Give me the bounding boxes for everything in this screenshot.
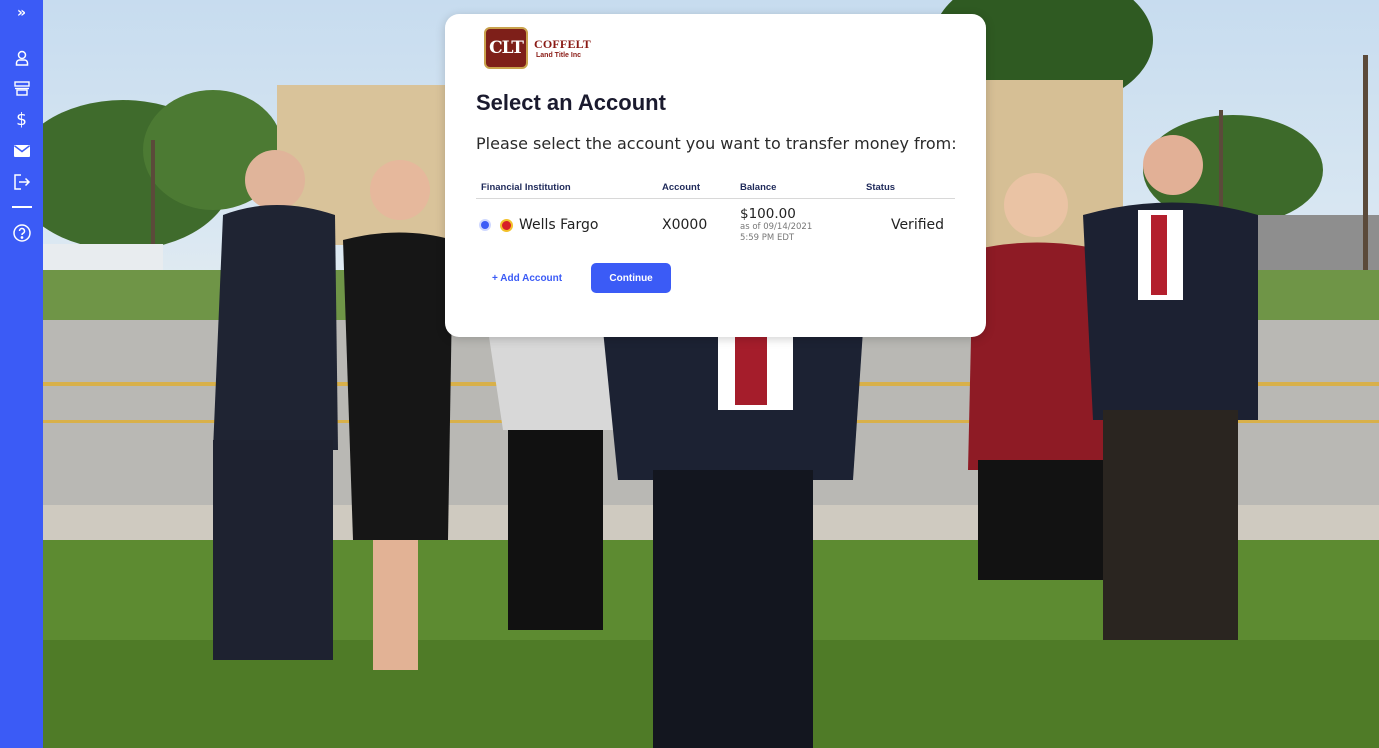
header-account: Account bbox=[662, 182, 700, 193]
balance-amount: $100.00 bbox=[740, 205, 796, 222]
wells-fargo-logo-icon bbox=[500, 218, 513, 232]
select-account-dialog: CLT COFFELT Land Title Inc Select an Acc… bbox=[445, 14, 986, 337]
balance-cell: $100.00 as of 09/14/2021 5:59 PM EDT bbox=[740, 205, 866, 244]
bank-icon[interactable] bbox=[0, 73, 43, 104]
header-status: Status bbox=[866, 182, 896, 193]
logo-name: COFFELT bbox=[534, 36, 591, 51]
add-account-link[interactable]: + Add Account bbox=[492, 273, 562, 284]
user-icon[interactable] bbox=[0, 42, 43, 73]
header-balance: Balance bbox=[740, 182, 777, 193]
header-institution: Financial Institution bbox=[481, 182, 571, 193]
logo-subname: Land Title Inc bbox=[536, 51, 581, 59]
help-icon[interactable] bbox=[0, 217, 43, 248]
sidebar: » $ bbox=[0, 0, 43, 748]
company-logo: CLT COFFELT Land Title Inc bbox=[484, 27, 591, 69]
continue-button[interactable]: Continue bbox=[591, 263, 672, 293]
balance-date: as of 09/14/2021 bbox=[740, 221, 813, 232]
account-radio[interactable] bbox=[481, 221, 489, 229]
table-header: Financial Institution Account Balance St… bbox=[476, 177, 955, 199]
logo-mark: CLT bbox=[484, 27, 528, 69]
account-number: X0000 bbox=[662, 217, 708, 233]
logout-icon[interactable] bbox=[0, 166, 43, 197]
institution-cell: Wells Fargo bbox=[476, 217, 662, 233]
dialog-actions: + Add Account Continue bbox=[492, 263, 672, 293]
dialog-title: Select an Account bbox=[476, 90, 666, 115]
accounts-table: Financial Institution Account Balance St… bbox=[476, 177, 955, 251]
status-badge: Verified bbox=[890, 217, 945, 233]
sidebar-divider bbox=[11, 206, 32, 208]
institution-name: Wells Fargo bbox=[519, 217, 599, 233]
logo-text: COFFELT Land Title Inc bbox=[534, 38, 591, 59]
dollar-icon[interactable]: $ bbox=[0, 104, 43, 135]
mail-icon[interactable] bbox=[0, 135, 43, 166]
balance-time: 5:59 PM EDT bbox=[740, 232, 795, 243]
table-row[interactable]: Wells Fargo X0000 $100.00 as of 09/14/20… bbox=[476, 199, 955, 251]
expand-icon[interactable]: » bbox=[0, 4, 43, 22]
dialog-subtitle: Please select the account you want to tr… bbox=[476, 134, 957, 153]
